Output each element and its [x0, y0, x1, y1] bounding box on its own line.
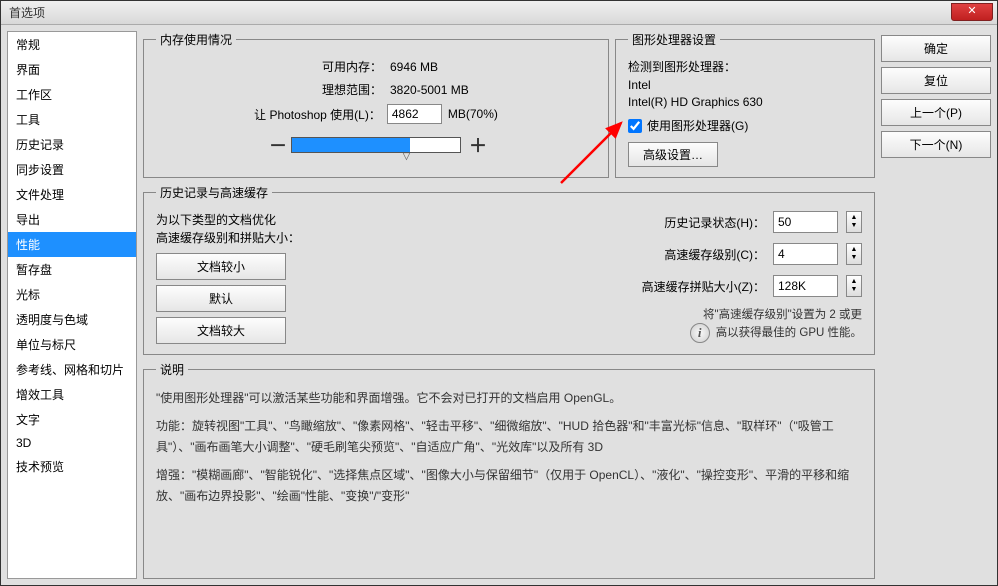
desc-p1: "使用图形处理器"可以激活某些功能和界面增强。它不会对已打开的文档启用 Open…: [156, 388, 862, 408]
next-button[interactable]: 下一个(N): [881, 131, 991, 158]
cache-note-2: 高以获得最佳的 GPU 性能。: [716, 327, 862, 339]
cache-tile-label: 高速缓存拼贴大小(Z)：: [642, 278, 765, 295]
prev-button[interactable]: 上一个(P): [881, 99, 991, 126]
content-area: 常规界面工作区工具历史记录同步设置文件处理导出性能暂存盘光标透明度与色域单位与标…: [1, 25, 997, 585]
desc-p3: 增强："模糊画廊"、"智能锐化"、"选择焦点区域"、"图像大小与保留细节"（仅用…: [156, 465, 862, 506]
sidebar-item-0[interactable]: 常规: [8, 32, 136, 57]
sidebar-item-14[interactable]: 增效工具: [8, 382, 136, 407]
optimize-label: 为以下类型的文档优化: [156, 213, 276, 227]
ideal-range-value: 3820-5001 MB: [390, 83, 520, 97]
sidebar-item-5[interactable]: 同步设置: [8, 157, 136, 182]
sidebar-item-10[interactable]: 光标: [8, 282, 136, 307]
history-legend: 历史记录与高速缓存: [156, 184, 272, 201]
memory-fieldset: 内存使用情况 可用内存： 6946 MB 理想范围： 3820-5001 MB …: [143, 31, 609, 178]
window-title: 首选项: [1, 4, 45, 21]
sidebar-item-1[interactable]: 界面: [8, 57, 136, 82]
description-fieldset: 说明 "使用图形处理器"可以激活某些功能和界面增强。它不会对已打开的文档启用 O…: [143, 361, 875, 579]
sidebar-item-8[interactable]: 性能: [8, 232, 136, 257]
doc-large-button[interactable]: 文档较大: [156, 317, 286, 344]
gpu-detected-label: 检测到图形处理器：: [628, 58, 862, 75]
sidebar-item-16[interactable]: 3D: [8, 432, 136, 454]
sidebar-item-6[interactable]: 文件处理: [8, 182, 136, 207]
gpu-advanced-button[interactable]: 高级设置…: [628, 142, 718, 167]
sidebar-item-7[interactable]: 导出: [8, 207, 136, 232]
gpu-model: Intel(R) HD Graphics 630: [628, 95, 862, 109]
cache-tile-input[interactable]: [773, 275, 838, 297]
sidebar-item-2[interactable]: 工作区: [8, 82, 136, 107]
reset-button[interactable]: 复位: [881, 67, 991, 94]
use-gpu-checkbox-row[interactable]: 使用图形处理器(G): [628, 117, 862, 134]
cache-note-1: 将"高速缓存级别"设置为 2 或更: [703, 309, 862, 321]
preferences-window: 首选项 ✕ 常规界面工作区工具历史记录同步设置文件处理导出性能暂存盘光标透明度与…: [0, 0, 998, 586]
use-gpu-label: 使用图形处理器(G): [647, 117, 748, 134]
gpu-vendor: Intel: [628, 78, 862, 92]
sidebar-item-12[interactable]: 单位与标尺: [8, 332, 136, 357]
cache-inline-label: 高速缓存级别和拼贴大小：: [156, 231, 300, 245]
sidebar-item-3[interactable]: 工具: [8, 107, 136, 132]
slider-plus[interactable]: ＋: [469, 132, 483, 158]
sidebar: 常规界面工作区工具历史记录同步设置文件处理导出性能暂存盘光标透明度与色域单位与标…: [7, 31, 137, 579]
right-button-bar: 确定 复位 上一个(P) 下一个(N): [881, 31, 991, 579]
description-legend: 说明: [156, 361, 188, 378]
available-mem-value: 6946 MB: [390, 60, 520, 74]
sidebar-item-11[interactable]: 透明度与色域: [8, 307, 136, 332]
ideal-range-label: 理想范围：: [232, 81, 382, 98]
memory-legend: 内存使用情况: [156, 31, 236, 48]
sidebar-item-17[interactable]: 技术预览: [8, 454, 136, 479]
titlebar: 首选项 ✕: [1, 1, 997, 25]
ps-use-input[interactable]: [387, 104, 442, 124]
sidebar-item-4[interactable]: 历史记录: [8, 132, 136, 157]
cache-levels-spinner[interactable]: ▲▼: [846, 243, 862, 265]
use-gpu-checkbox[interactable]: [628, 119, 642, 133]
sidebar-item-9[interactable]: 暂存盘: [8, 257, 136, 282]
available-mem-label: 可用内存：: [232, 58, 382, 75]
sidebar-item-13[interactable]: 参考线、网格和切片: [8, 357, 136, 382]
ok-button[interactable]: 确定: [881, 35, 991, 62]
memory-slider[interactable]: [291, 137, 461, 153]
sidebar-item-15[interactable]: 文字: [8, 407, 136, 432]
history-states-input[interactable]: [773, 211, 838, 233]
history-fieldset: 历史记录与高速缓存 为以下类型的文档优化 高速缓存级别和拼贴大小： 文档较小 默…: [143, 184, 875, 355]
ps-use-suffix: MB(70%): [448, 107, 498, 121]
gpu-legend: 图形处理器设置: [628, 31, 720, 48]
info-icon: i: [690, 323, 710, 343]
doc-default-button[interactable]: 默认: [156, 285, 286, 312]
history-states-label: 历史记录状态(H)：: [664, 214, 765, 231]
cache-tile-spinner[interactable]: ▲▼: [846, 275, 862, 297]
cache-levels-input[interactable]: [773, 243, 838, 265]
history-states-spinner[interactable]: ▲▼: [846, 211, 862, 233]
main-panel: 内存使用情况 可用内存： 6946 MB 理想范围： 3820-5001 MB …: [143, 31, 875, 579]
close-button[interactable]: ✕: [951, 3, 993, 21]
slider-minus[interactable]: －: [269, 132, 283, 158]
desc-p2: 功能：旋转视图"工具"、"鸟瞰缩放"、"像素网格"、"轻击平移"、"细微缩放"、…: [156, 416, 862, 457]
cache-levels-label: 高速缓存级别(C)：: [664, 246, 765, 263]
ps-use-label: 让 Photoshop 使用(L)：: [254, 106, 381, 123]
gpu-fieldset: 图形处理器设置 检测到图形处理器： Intel Intel(R) HD Grap…: [615, 31, 875, 178]
doc-small-button[interactable]: 文档较小: [156, 253, 286, 280]
